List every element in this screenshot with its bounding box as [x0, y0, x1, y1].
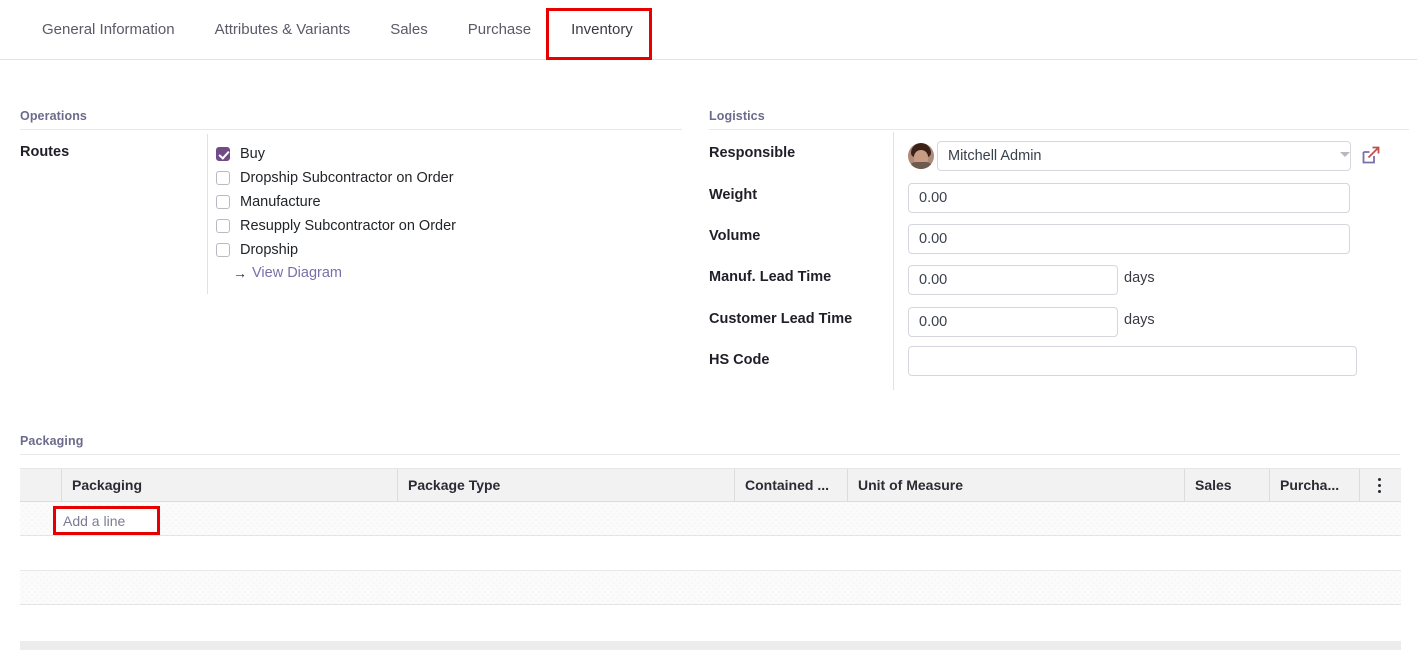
logistics-section-title: Logistics — [709, 109, 765, 123]
packaging-col-packaging[interactable]: Packaging — [62, 469, 398, 501]
tab-list: General Information Attributes & Variant… — [22, 0, 653, 59]
hs-code-input[interactable] — [908, 346, 1357, 376]
tab-sales[interactable]: Sales — [370, 0, 448, 59]
route-label-dropship-subcontractor-on-order: Dropship Subcontractor on Order — [240, 170, 454, 186]
checkbox-resupply-subcontractor-on-order[interactable] — [216, 219, 230, 233]
route-label-manufacture: Manufacture — [240, 194, 321, 210]
packaging-section-title: Packaging — [20, 434, 83, 448]
customer-lead-time-label: Customer Lead Time — [709, 311, 852, 327]
logistics-column-divider — [893, 132, 894, 390]
route-label-resupply-subcontractor-on-order: Resupply Subcontractor on Order — [240, 218, 456, 234]
packaging-col-contained[interactable]: Contained ... — [735, 469, 848, 501]
packaging-col-handle — [20, 469, 62, 501]
route-option-dropship[interactable]: Dropship — [216, 238, 456, 262]
responsible-input[interactable] — [937, 141, 1351, 171]
view-diagram-link[interactable]: → View Diagram — [233, 265, 342, 281]
avatar-shirt — [909, 162, 933, 169]
packaging-empty-row — [20, 570, 1401, 605]
manuf-lead-time-label: Manuf. Lead Time — [709, 269, 831, 285]
inventory-tab-page: General Information Attributes & Variant… — [0, 0, 1417, 671]
arrow-right-icon: → — [233, 265, 247, 281]
operations-section-divider — [20, 129, 682, 130]
tab-bar: General Information Attributes & Variant… — [0, 0, 1417, 60]
hs-code-label: HS Code — [709, 352, 769, 368]
packaging-col-package-type[interactable]: Package Type — [398, 469, 735, 501]
operations-column-divider — [207, 134, 208, 294]
logistics-section-divider — [709, 129, 1409, 130]
external-link-icon[interactable] — [1360, 144, 1382, 166]
responsible-label: Responsible — [709, 145, 795, 161]
tab-inventory[interactable]: Inventory — [551, 0, 653, 59]
customer-lead-time-input[interactable] — [908, 307, 1118, 337]
customer-lead-time-unit: days — [1124, 312, 1155, 328]
packaging-table-header: Packaging Package Type Contained ... Uni… — [20, 468, 1401, 502]
weight-input[interactable] — [908, 183, 1350, 213]
operations-section-title: Operations — [20, 109, 87, 123]
add-a-line-highlight-label[interactable]: Add a line — [63, 512, 125, 530]
route-option-manufacture[interactable]: Manufacture — [216, 190, 456, 214]
manuf-lead-time-input[interactable] — [908, 265, 1118, 295]
tab-attributes-variants[interactable]: Attributes & Variants — [195, 0, 371, 59]
packaging-table: Packaging Package Type Contained ... Uni… — [20, 468, 1401, 536]
vertical-dots-icon — [1378, 478, 1381, 481]
packaging-col-unit-of-measure[interactable]: Unit of Measure — [848, 469, 1185, 501]
checkbox-dropship[interactable] — [216, 243, 230, 257]
chevron-down-icon[interactable] — [1340, 152, 1350, 157]
checkbox-buy[interactable] — [216, 147, 230, 161]
view-diagram-label: View Diagram — [252, 265, 342, 281]
tab-purchase[interactable]: Purchase — [448, 0, 551, 59]
row-handle — [20, 502, 62, 535]
manuf-lead-time-unit: days — [1124, 270, 1155, 286]
avatar — [908, 143, 934, 169]
volume-label: Volume — [709, 228, 760, 244]
packaging-column-options-button[interactable] — [1360, 469, 1401, 501]
route-label-buy: Buy — [240, 146, 265, 162]
routes-label: Routes — [20, 144, 69, 160]
packaging-col-sales[interactable]: Sales — [1185, 469, 1270, 501]
route-option-dropship-subcontractor-on-order[interactable]: Dropship Subcontractor on Order — [216, 166, 456, 190]
route-option-buy[interactable]: Buy — [216, 142, 456, 166]
route-option-resupply-subcontractor-on-order[interactable]: Resupply Subcontractor on Order — [216, 214, 456, 238]
bottom-bar — [20, 641, 1401, 650]
route-label-dropship: Dropship — [240, 242, 298, 258]
tab-general-information[interactable]: General Information — [22, 0, 195, 59]
checkbox-dropship-subcontractor-on-order[interactable] — [216, 171, 230, 185]
checkbox-manufacture[interactable] — [216, 195, 230, 209]
packaging-col-purchase[interactable]: Purcha... — [1270, 469, 1360, 501]
routes-checkbox-group: Buy Dropship Subcontractor on Order Manu… — [216, 142, 456, 262]
packaging-section-divider — [20, 454, 1400, 455]
weight-label: Weight — [709, 187, 757, 203]
volume-input[interactable] — [908, 224, 1350, 254]
table-row[interactable]: Add a line — [20, 502, 1401, 536]
